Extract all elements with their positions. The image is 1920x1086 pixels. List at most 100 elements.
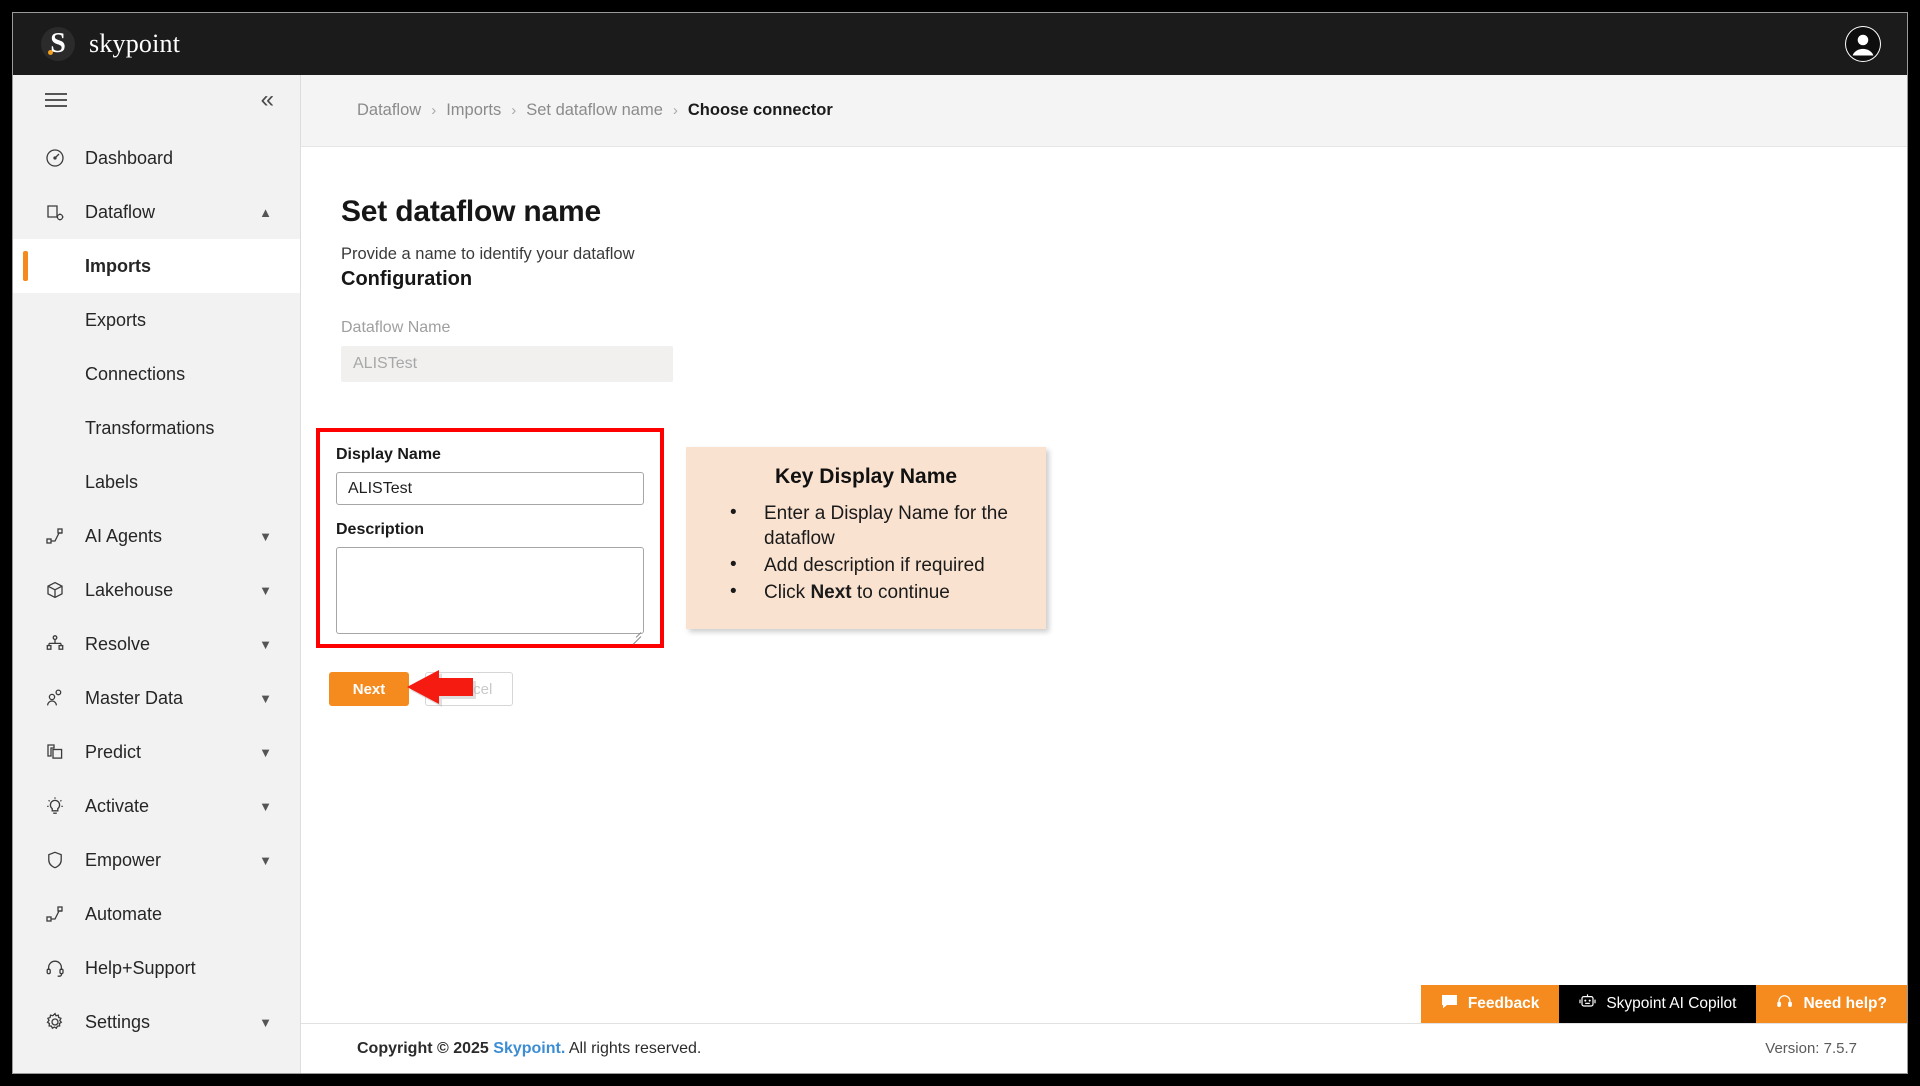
sidebar-item-master-data[interactable]: Master Data ▼ [13,671,300,725]
top-bar: S skypoint [13,13,1907,75]
dataflow-name-label: Dataflow Name [341,319,451,336]
sidebar-subitem-label: Labels [85,471,139,492]
feedback-label: Feedback [1467,995,1540,1012]
sidebar-item-label: Master Data [85,687,184,708]
callout-bullet-text: Add description if required [764,555,985,577]
callout-bullet-bold: Next [810,582,852,604]
app-window: S skypoint « Dashboard Dataflow ▲ Import… [12,12,1908,1074]
sidebar-item-exports[interactable]: Exports [13,293,300,347]
sidebar-item-automate[interactable]: Automate [13,887,300,941]
sidebar-item-settings[interactable]: Settings ▼ [13,995,300,1049]
copilot-label: Skypoint AI Copilot [1606,995,1737,1012]
breadcrumb-separator-icon: › [511,102,517,119]
chevron-down-icon[interactable]: ▼ [259,637,272,652]
chevron-down-icon[interactable]: ▼ [259,745,272,760]
sidebar-header: « [13,75,300,125]
breadcrumb-item-dataflow[interactable]: Dataflow [357,101,421,120]
sidebar-item-predict[interactable]: Predict ▼ [13,725,300,779]
sidebar-item-dataflow[interactable]: Dataflow ▲ [13,185,300,239]
callout-bullet: Click Next to continue [706,579,1026,605]
sidebar-item-label: Help+Support [85,957,196,978]
dataflow-icon [45,202,71,222]
cube-icon [45,580,71,600]
skypoint-ai-copilot-button[interactable]: Skypoint AI Copilot [1559,985,1757,1023]
sidebar-item-label: AI Agents [85,525,163,546]
hamburger-menu-icon[interactable] [45,93,67,107]
need-help-label: Need help? [1803,995,1887,1012]
sidebar-item-transformations[interactable]: Transformations [13,401,300,455]
page-subtitle: Provide a name to identify your dataflow [341,245,635,263]
brand-dot [48,50,53,55]
brand-name: skypoint [89,29,181,58]
sidebar-item-connections[interactable]: Connections [13,347,300,401]
skypoint-mark-icon: S [41,27,75,61]
callout-title: Key Display Name [774,465,958,488]
sidebar-item-lakehouse[interactable]: Lakehouse ▼ [13,563,300,617]
sidebar-item-labels[interactable]: Labels [13,455,300,509]
chevron-up-icon[interactable]: ▲ [259,205,272,220]
sidebar-item-resolve[interactable]: Resolve ▼ [13,617,300,671]
lightbulb-icon [45,796,71,816]
resolve-icon [45,634,71,654]
display-name-input[interactable] [336,472,644,505]
chevron-down-icon[interactable]: ▼ [259,1015,272,1030]
chat-bubble-icon [1441,994,1458,1014]
breadcrumb-item-set-dataflow-name[interactable]: Set dataflow name [526,101,663,120]
sidebar-item-label: Predict [85,741,142,762]
feedback-button[interactable]: Feedback [1420,985,1560,1023]
footer: Copyright © 2025 Skypoint. All rights re… [301,1023,1907,1073]
breadcrumb: Dataflow › Imports › Set dataflow name ›… [301,75,1907,147]
callout-bullet-text: Click [764,582,811,604]
sidebar-item-activate[interactable]: Activate ▼ [13,779,300,833]
sidebar-nav: Dashboard Dataflow ▲ Imports Exports Con… [13,131,300,1049]
gear-icon [45,1012,71,1032]
breadcrumb-separator-icon: › [672,102,678,119]
chevron-double-left-icon[interactable]: « [261,88,274,112]
automate-icon [45,904,71,924]
highlight-box-display-name: Display Name Description [316,428,664,648]
breadcrumb-separator-icon: › [431,102,437,119]
callout-key-display-name: Key Display Name Enter a Display Name fo… [686,447,1046,630]
sidebar-item-ai-agents[interactable]: AI Agents ▼ [13,509,300,563]
chevron-down-icon[interactable]: ▼ [259,691,272,706]
version-label: Version: 7.5.7 [1765,1040,1857,1057]
chevron-down-icon[interactable]: ▼ [259,799,272,814]
main-content: Dataflow › Imports › Set dataflow name ›… [301,75,1907,1073]
sidebar-subitem-label: Transformations [85,417,215,438]
sidebar-item-imports[interactable]: Imports [13,239,300,293]
callout-bullet-text-post: to continue [851,582,950,604]
page-title: Set dataflow name [341,195,601,228]
shield-icon [45,850,71,870]
sidebar-item-label: Automate [85,903,163,924]
sidebar-item-dashboard[interactable]: Dashboard [13,131,300,185]
callout-bullet: Add description if required [706,552,1026,578]
sidebar-item-empower[interactable]: Empower ▼ [13,833,300,887]
sidebar-item-label: Dashboard [85,147,174,168]
skypoint-link[interactable]: Skypoint. [493,1040,565,1057]
chevron-down-icon[interactable]: ▼ [259,853,272,868]
chevron-down-icon[interactable]: ▼ [259,583,272,598]
gauge-icon [45,148,71,168]
user-avatar-icon[interactable] [1845,26,1881,62]
sidebar-item-label: Dataflow [85,201,156,222]
need-help-button[interactable]: Need help? [1756,985,1907,1023]
next-button[interactable]: Next [329,672,409,706]
copyright-text: Copyright © 2025 Skypoint. All rights re… [357,1040,701,1058]
breadcrumb-item-imports[interactable]: Imports [446,101,501,120]
chevron-down-icon[interactable]: ▼ [259,529,272,544]
layers-icon [45,742,71,762]
callout-bullet-text: Enter a Display Name for the dataflow [764,503,1008,550]
form-actions: Next Cancel [329,672,513,706]
ai-agents-icon [45,526,71,546]
description-textarea[interactable] [336,547,644,634]
cancel-button[interactable]: Cancel [425,672,513,706]
sidebar-subitem-label: Connections [85,363,186,384]
brand-logo[interactable]: S skypoint [41,27,180,61]
headset-icon [1776,993,1793,1015]
display-name-label: Display Name [336,446,441,463]
sidebar-item-label: Empower [85,849,162,870]
sidebar-item-help-support[interactable]: Help+Support [13,941,300,995]
sidebar-item-label: Settings [85,1011,151,1032]
dataflow-name-input [341,346,673,382]
copyright-prefix: Copyright © 2025 [357,1039,489,1057]
